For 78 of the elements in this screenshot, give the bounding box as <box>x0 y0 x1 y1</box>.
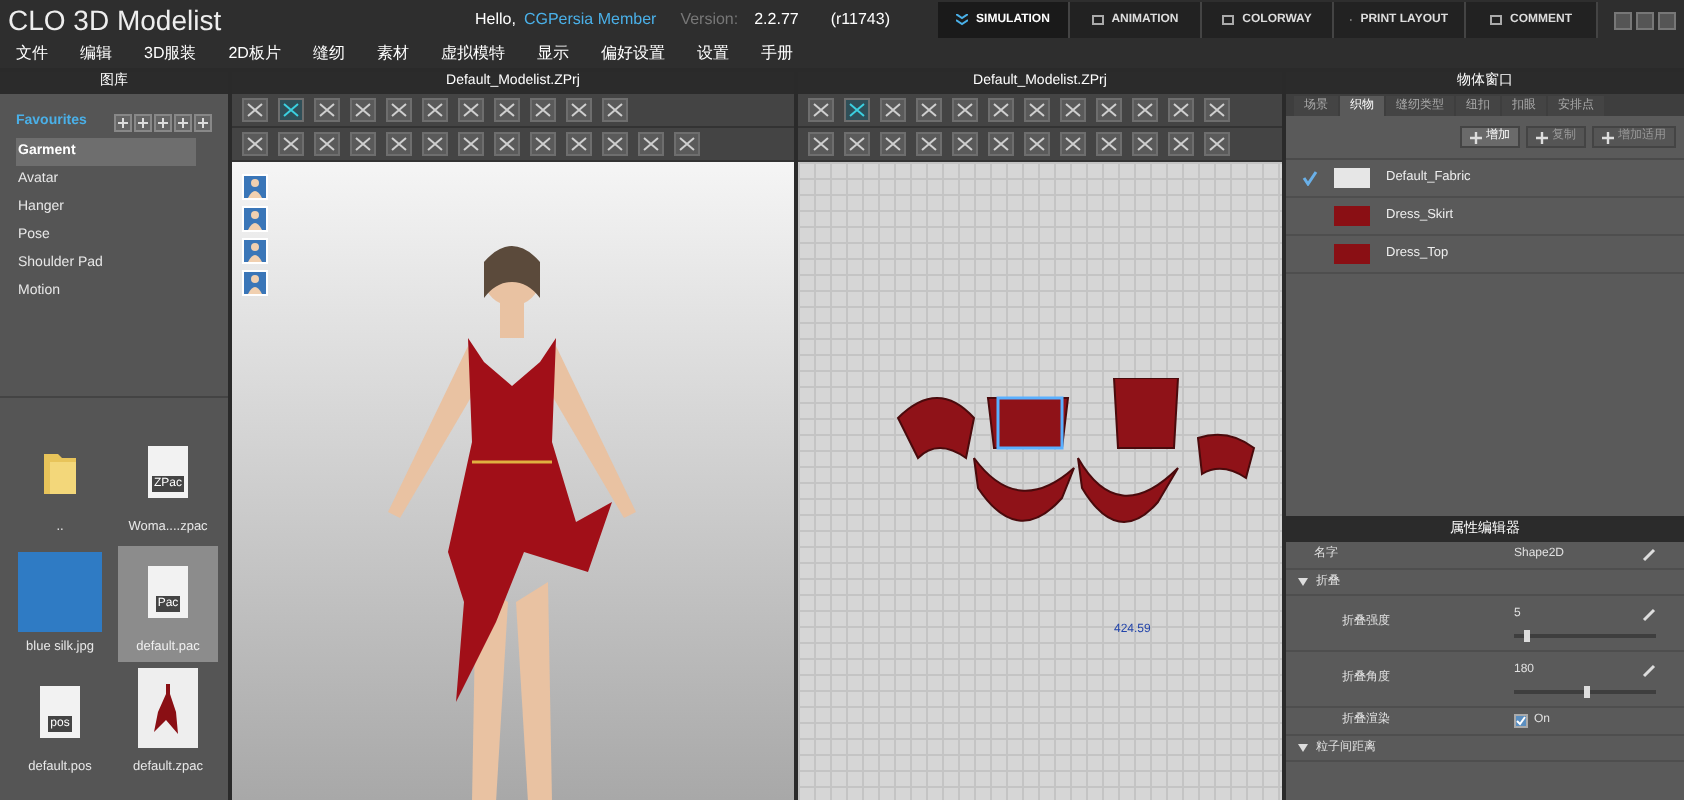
tool-icon[interactable] <box>314 132 340 156</box>
tool-icon[interactable] <box>1060 132 1086 156</box>
tool-icon[interactable] <box>1096 98 1122 122</box>
version-label: Version: <box>680 8 739 32</box>
menu-item[interactable]: 虚拟模特 <box>440 42 505 66</box>
tool-icon[interactable] <box>458 98 484 122</box>
tool-icon[interactable] <box>566 98 592 122</box>
tool-icon[interactable] <box>1132 98 1158 122</box>
tool-icon[interactable] <box>566 132 592 156</box>
tool-icon[interactable] <box>988 98 1014 122</box>
menu-item[interactable]: 文件 <box>16 42 48 66</box>
tool-icon[interactable] <box>808 98 834 122</box>
plus-icon <box>1470 131 1482 143</box>
tool-icon[interactable] <box>1132 132 1158 156</box>
slider-thumb[interactable] <box>1523 629 1530 641</box>
tool-icon[interactable] <box>1096 132 1122 156</box>
menu-item[interactable]: 手册 <box>760 42 793 66</box>
tool-icon[interactable] <box>386 132 412 156</box>
tool-icon[interactable] <box>880 98 906 122</box>
tool-icon[interactable] <box>1060 98 1086 122</box>
tool-icon[interactable] <box>1024 98 1050 122</box>
avatar-icon[interactable] <box>242 270 268 296</box>
expand-icon[interactable] <box>1298 744 1308 752</box>
tool-icon[interactable] <box>1024 132 1050 156</box>
tool-icon[interactable] <box>278 132 304 156</box>
tool-icon[interactable] <box>844 132 870 156</box>
tool-icon[interactable] <box>916 132 942 156</box>
tool-icon[interactable] <box>988 132 1014 156</box>
tool-icon[interactable] <box>1204 98 1230 122</box>
tool-icon[interactable] <box>916 98 942 122</box>
tool-icon[interactable] <box>314 98 340 122</box>
tool-icon[interactable] <box>242 98 268 122</box>
menu-item[interactable]: 编辑 <box>80 42 112 66</box>
tool-icon[interactable] <box>350 98 376 122</box>
add-icon[interactable] <box>134 113 152 132</box>
tool-icon[interactable] <box>602 132 628 156</box>
menu-item[interactable]: 显示 <box>536 42 569 66</box>
build-text: (r11743) <box>830 8 890 32</box>
menu-item[interactable]: 缝纫 <box>312 42 345 66</box>
tool-icon[interactable] <box>880 132 906 156</box>
tool-icon[interactable] <box>952 132 978 156</box>
tool-icon[interactable] <box>350 132 376 156</box>
plus-icon <box>1536 131 1548 143</box>
plus-icon <box>1602 131 1614 143</box>
version-text: 2.2.77 <box>754 8 799 32</box>
tool-icon[interactable] <box>638 132 664 156</box>
user-name-link[interactable]: CGPersia Member <box>523 8 657 32</box>
tool-icon[interactable] <box>1168 132 1194 156</box>
tool-icon[interactable] <box>494 132 520 156</box>
tool-icon[interactable] <box>530 132 556 156</box>
image-thumbnail <box>18 551 102 632</box>
tool-icon[interactable] <box>530 98 556 122</box>
slider-thumb[interactable] <box>1583 685 1589 697</box>
tool-icon[interactable] <box>386 98 412 122</box>
chevron-icon <box>956 14 969 26</box>
tool-icon[interactable] <box>1168 98 1194 122</box>
tool-icon[interactable] <box>844 98 870 122</box>
menu-item[interactable]: 偏好设置 <box>600 42 665 66</box>
tool-icon[interactable] <box>952 98 978 122</box>
menu-item[interactable]: 设置 <box>696 42 729 66</box>
tool-icon[interactable] <box>602 98 628 122</box>
avatar-icon[interactable] <box>242 174 268 200</box>
menu-item[interactable]: 素材 <box>376 42 409 66</box>
expand-icon[interactable] <box>1298 578 1308 586</box>
tool-icon[interactable] <box>1204 132 1230 156</box>
menu-item[interactable]: 3D服装 <box>144 42 197 66</box>
tool-icon[interactable] <box>278 98 304 122</box>
menu-item[interactable]: 2D板片 <box>228 42 281 66</box>
tool-icon[interactable] <box>422 98 448 122</box>
tool-icon[interactable] <box>458 132 484 156</box>
greeting-text: Hello, <box>474 8 516 32</box>
tool-icon[interactable] <box>422 132 448 156</box>
app-logo: CLO 3D Modelist <box>8 1 224 39</box>
tool-icon[interactable] <box>242 132 268 156</box>
tool-icon[interactable] <box>494 98 520 122</box>
avatar-icon[interactable] <box>242 206 268 232</box>
tool-icon[interactable] <box>808 132 834 156</box>
tool-icon[interactable] <box>674 132 700 156</box>
